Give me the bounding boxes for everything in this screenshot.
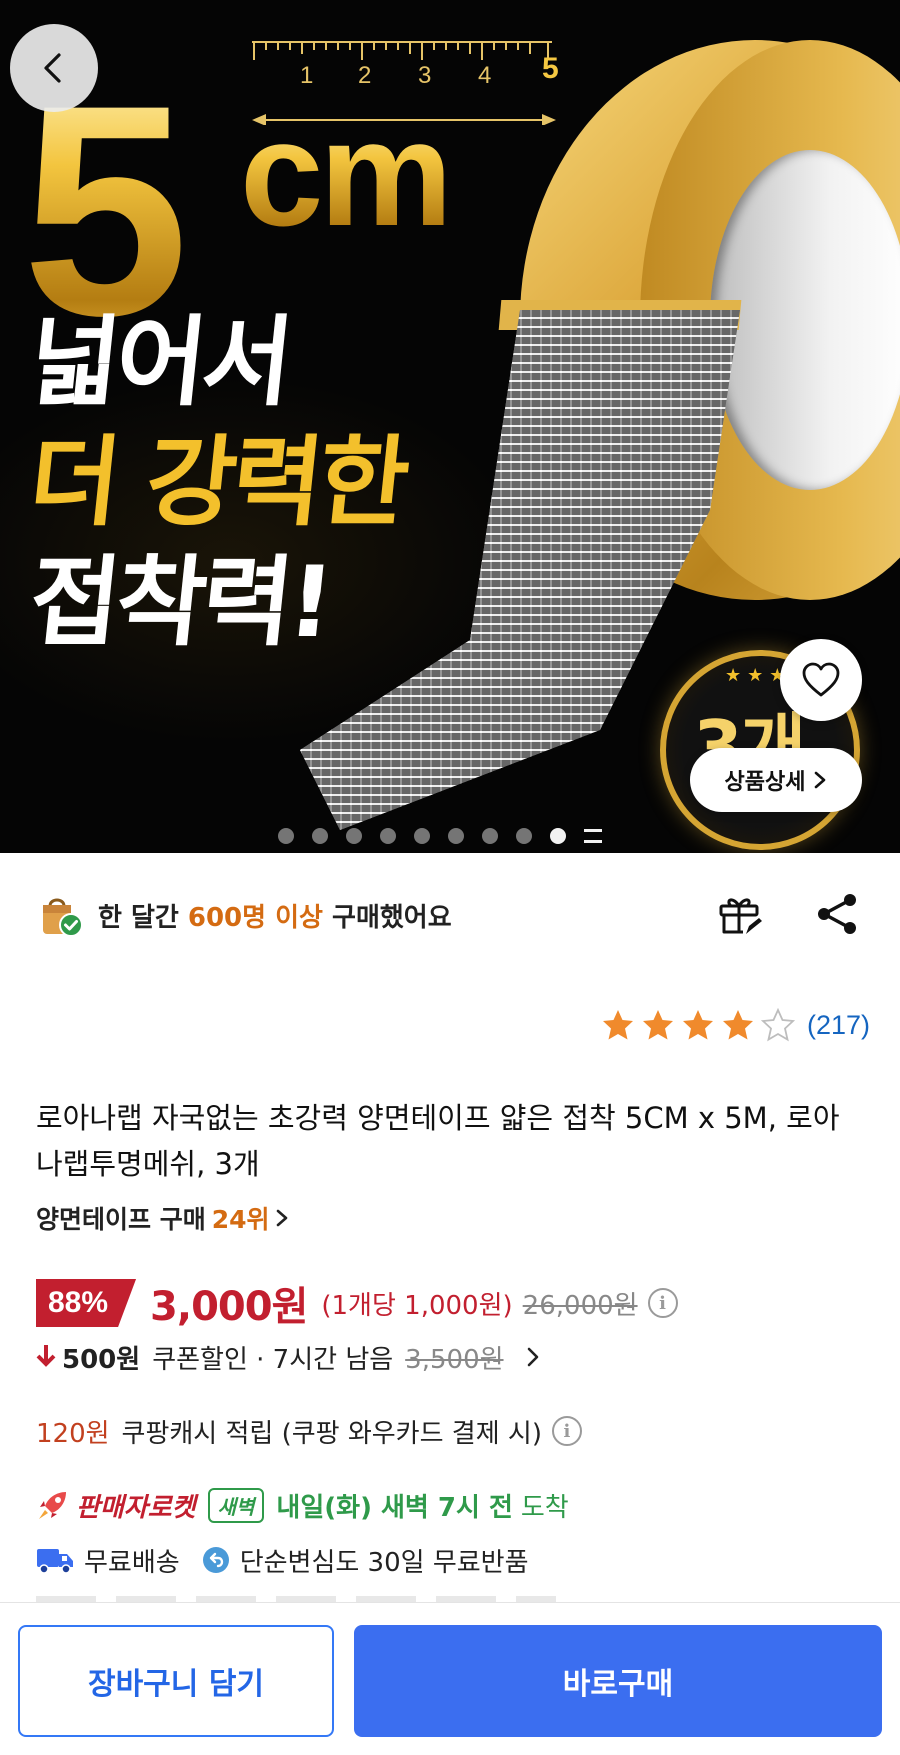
coupon-text: 쿠폰할인 · 7시간 남음 (152, 1344, 394, 1375)
chevron-right-icon (276, 1209, 287, 1227)
carousel-dot[interactable] (278, 828, 294, 844)
category-rank-value: 24위 (211, 1205, 270, 1234)
carousel-dot[interactable] (448, 828, 464, 844)
ruler-number-5: 5 (542, 52, 559, 85)
ruler-number-3: 3 (418, 62, 432, 89)
arrival-suffix: 도착 (520, 1492, 569, 1523)
carousel-dot-active[interactable] (550, 828, 566, 844)
more-images-icon[interactable] (584, 829, 602, 843)
wishlist-button[interactable] (780, 639, 862, 721)
rocket-icon (39, 1492, 66, 1519)
free-return-text: 단순변심도 30일 무료반품 (239, 1547, 529, 1578)
social-proof-prefix: 한 달간 (98, 902, 188, 933)
back-button[interactable] (10, 24, 98, 112)
seller-rocket-label: 판매자로켓 (76, 1492, 196, 1523)
carousel-dot[interactable] (516, 828, 532, 844)
ruler-number-4: 4 (478, 62, 492, 89)
shipping-row: 무료배송 단순변심도 30일 무료반품 (36, 1538, 529, 1582)
rating-row[interactable]: (217) (0, 1002, 900, 1048)
gift-icon (719, 898, 762, 934)
carousel-dot[interactable] (482, 828, 498, 844)
free-shipping-text: 무료배송 (84, 1547, 180, 1578)
share-icon (818, 894, 856, 934)
category-rank-link[interactable]: 양면테이프 구매 24위 (36, 1200, 288, 1236)
chevron-right-icon (815, 771, 826, 789)
hero-slogan-line-3: 접착력! (24, 546, 336, 660)
star-filled-icon (722, 1010, 753, 1040)
add-to-cart-button[interactable]: 장바구니 담기 (18, 1625, 334, 1737)
heart-icon (802, 662, 840, 697)
carousel-dot[interactable] (380, 828, 396, 844)
chevron-left-icon (44, 53, 61, 83)
carousel-indicator[interactable] (278, 828, 602, 844)
truck-icon (37, 1549, 73, 1574)
ruler-number-1: 1 (300, 62, 314, 89)
cashback-info-icon[interactable]: i (551, 1416, 582, 1446)
review-count[interactable]: (217) (807, 1010, 870, 1041)
sale-price: 3,000원 (150, 1284, 308, 1330)
ruler-number-2: 2 (358, 62, 372, 89)
delivery-row: 판매자로켓 새벽 내일(화) 새벽 7시 전 도착 (36, 1483, 569, 1527)
price-info-icon[interactable]: i (647, 1288, 678, 1318)
star-empty-icon (760, 1008, 795, 1042)
carousel-dot[interactable] (414, 828, 430, 844)
return-icon (202, 1547, 229, 1573)
carousel-dot[interactable] (312, 828, 328, 844)
chevron-right-icon (527, 1347, 538, 1367)
star-filled-icon (602, 1010, 633, 1040)
product-detail-label: 상품상세 (724, 770, 806, 795)
coupon-amount: 500원 (62, 1344, 141, 1375)
share-button[interactable] (814, 890, 862, 938)
social-proof-suffix: 구매했어요 (322, 902, 452, 933)
star-filled-icon (682, 1010, 713, 1040)
shopping-bag-check-icon (38, 892, 84, 938)
coupon-row[interactable]: 500원 쿠폰할인 · 7시간 남음 3,500원 (36, 1336, 540, 1378)
product-image-carousel[interactable]: 1 2 3 4 5 5 cm 넓어서 더 강력한 접착력! ★★★ 3개 상품상… (0, 0, 900, 853)
hero-slogan-line-2: 더 강력한 (24, 426, 411, 540)
cashback-text: 쿠팡캐시 적립 (쿠팡 와우카드 결제 시) (121, 1418, 542, 1449)
social-proof-highlight: 600명 이상 (187, 902, 323, 933)
cashback-amount: 120원 (36, 1418, 110, 1449)
star-filled-icon (642, 1010, 673, 1040)
hero-slogan-line-1: 넓어서 (24, 306, 295, 420)
coupon-struck-price: 3,500원 (405, 1344, 504, 1375)
arrival-time: 내일(화) 새벽 7시 전 (276, 1492, 513, 1523)
original-price: 26,000원 (522, 1290, 638, 1321)
discount-badge: 88% (36, 1279, 136, 1327)
cashback-row: 120원 쿠팡캐시 적립 (쿠팡 와우카드 결제 시) i (36, 1410, 582, 1452)
hero-big-unit: cm (240, 89, 453, 257)
category-rank-label: 양면테이프 구매 (36, 1205, 206, 1234)
buy-now-button[interactable]: 바로구매 (354, 1625, 882, 1737)
carousel-dot[interactable] (346, 828, 362, 844)
social-proof-text: 한 달간 600명 이상 구매했어요 (98, 897, 452, 934)
gift-button[interactable] (715, 890, 763, 938)
product-title: 로아나랩 자국없는 초강력 양면테이프 얇은 접착 5CM x 5M, 로아나랩… (36, 1101, 840, 1181)
unit-price: (1개당 1,000원) (321, 1290, 513, 1321)
arrow-down-icon (36, 1341, 56, 1374)
product-detail-button[interactable]: 상품상세 (690, 748, 862, 812)
dawn-delivery-badge: 새벽 (207, 1487, 265, 1523)
price-row: 88% 3,000원 (1개당 1,000원) 26,000원 i (36, 1277, 678, 1330)
social-proof-row: 한 달간 600명 이상 구매했어요 (0, 880, 900, 950)
bottom-action-bar: 장바구니 담기 바로구매 (0, 1602, 900, 1755)
